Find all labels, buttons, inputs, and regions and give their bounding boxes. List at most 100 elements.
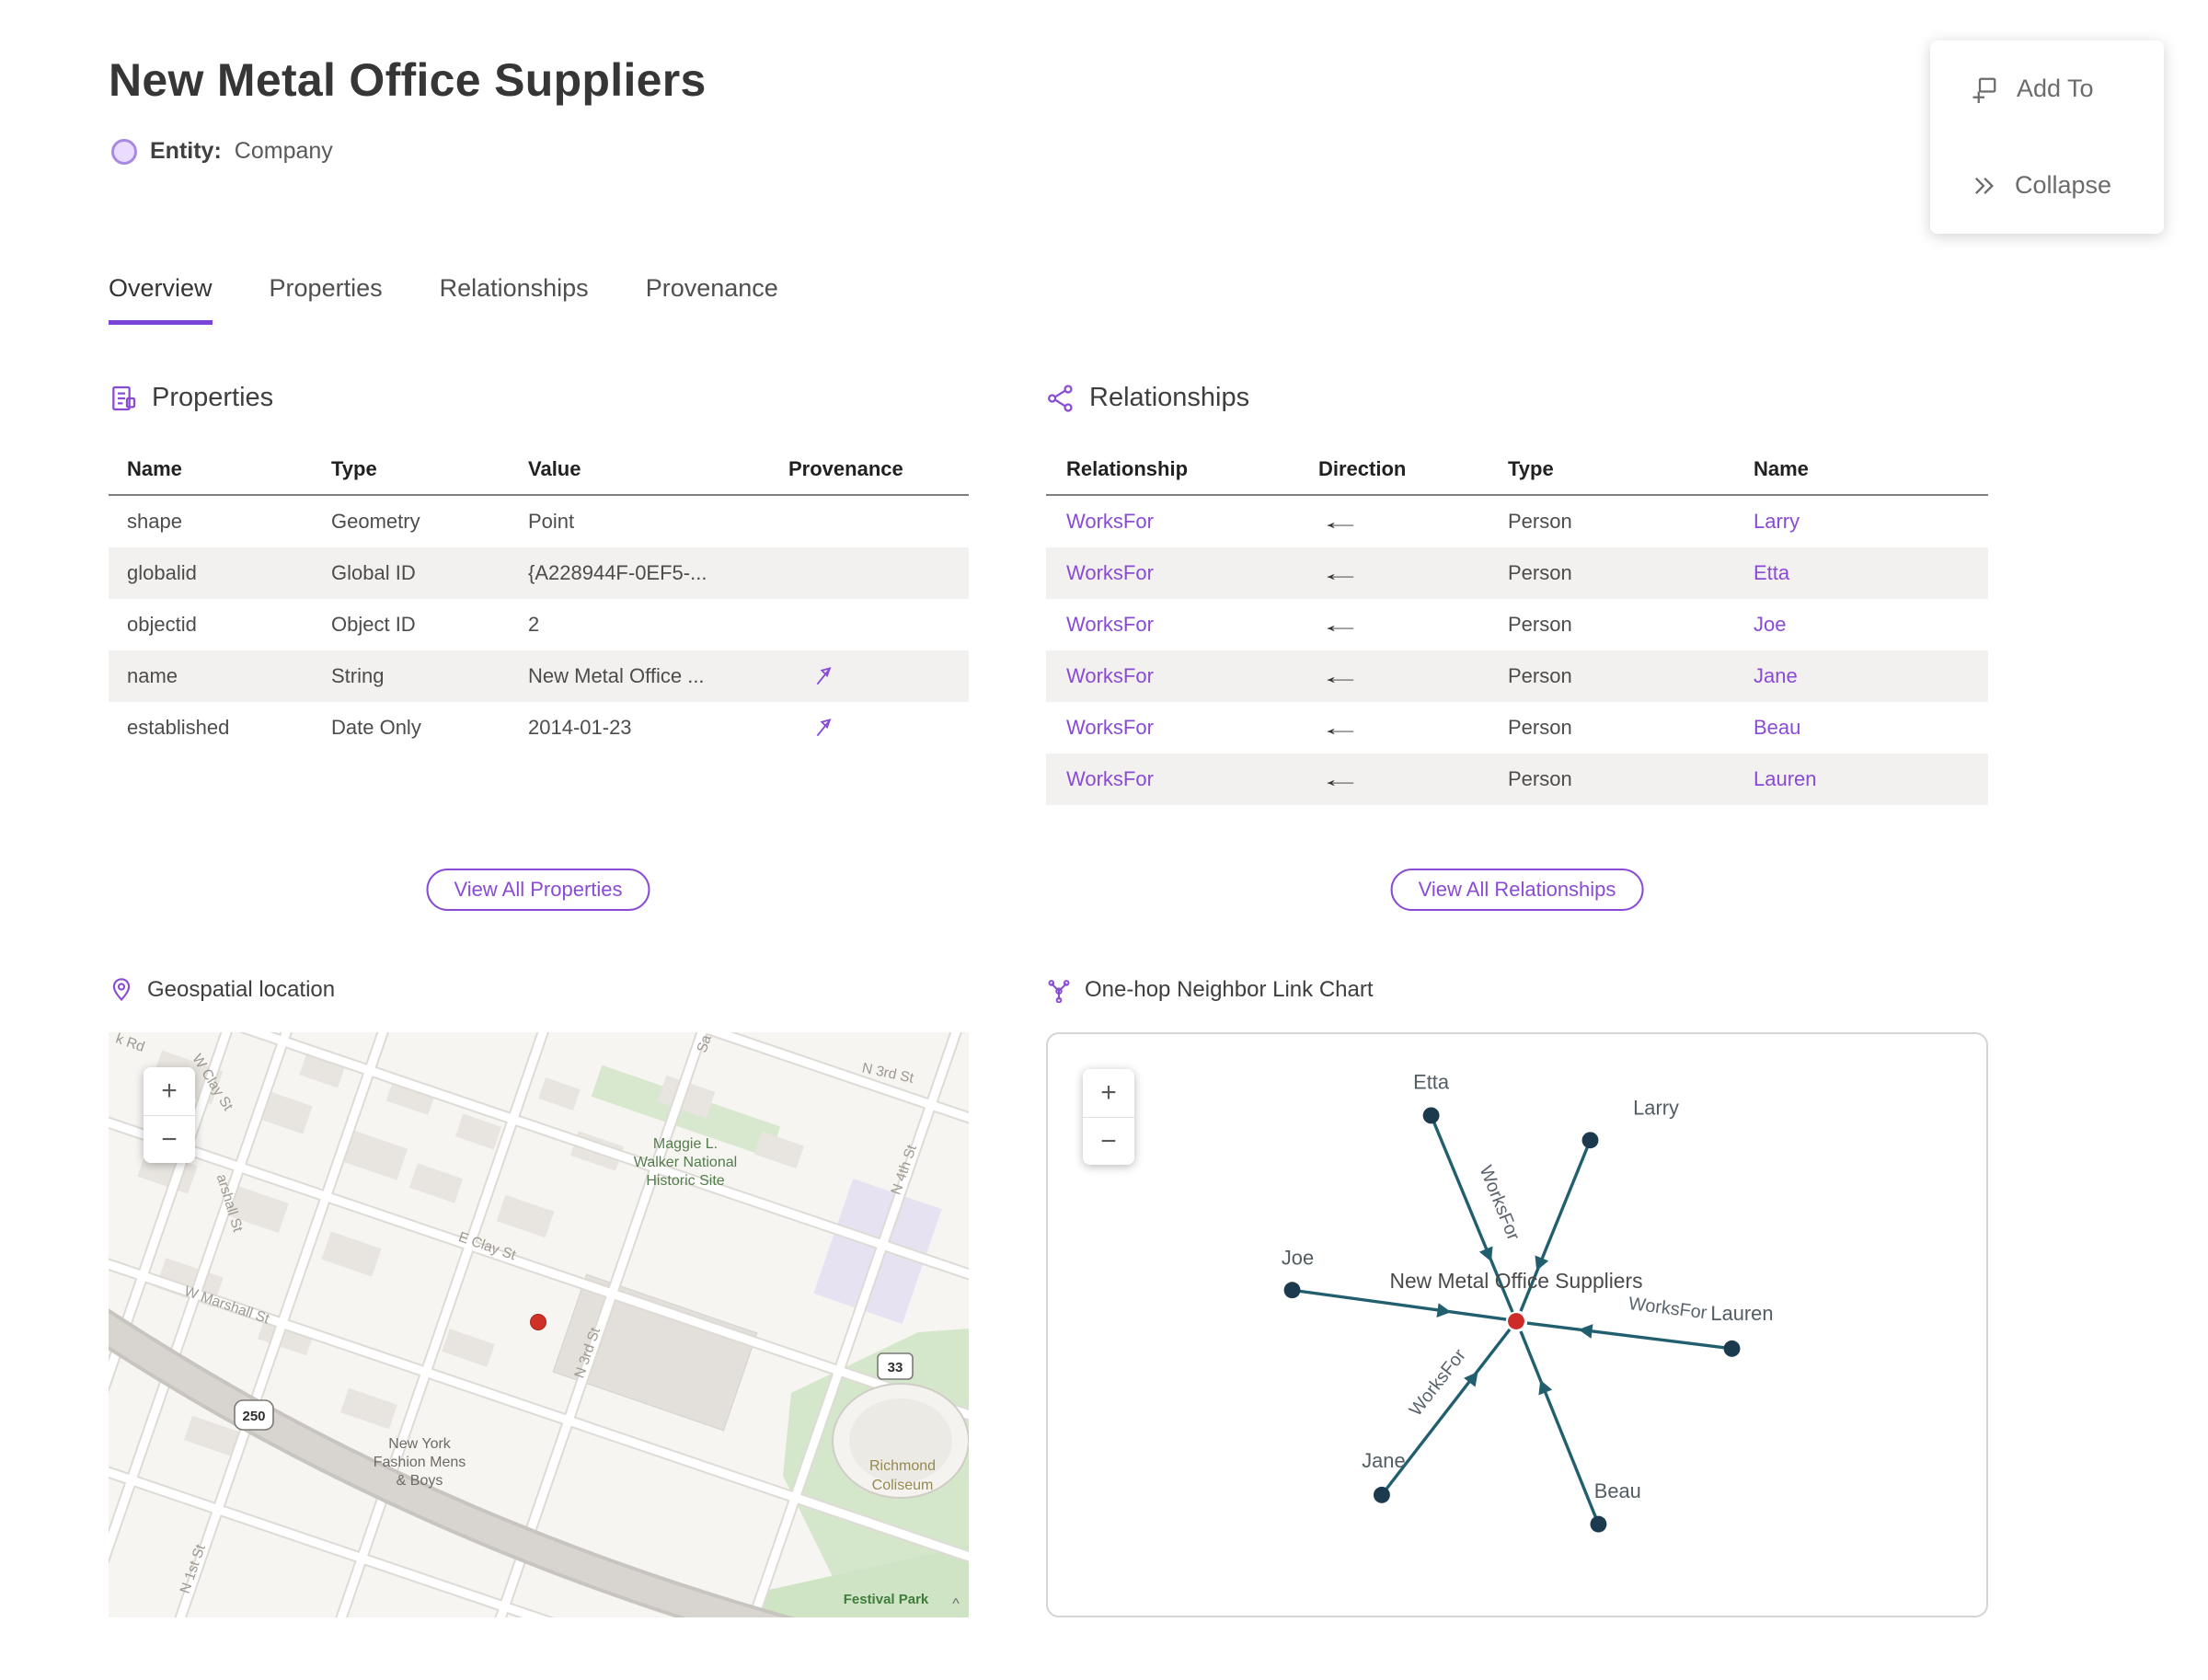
prop-value: 2014-01-23 [528, 716, 632, 739]
svg-text:& Boys: & Boys [397, 1473, 443, 1489]
link-chart-canvas[interactable]: WorksFor WorksFor WorksFor Etta Larry Jo… [1048, 1034, 1986, 1616]
link-chart-section-header: One-hop Neighbor Link Chart [1046, 977, 1374, 1003]
relationship-link[interactable]: WorksFor [1066, 716, 1318, 740]
col-header-name: Name [1754, 456, 1809, 480]
rel-name-link[interactable]: Beau [1754, 716, 1988, 740]
map-canvas[interactable]: 250 33 k Rd W Clay St Sa N 3rd St N 4th … [109, 1032, 969, 1617]
properties-table-header: Name Type Value Provenance [109, 443, 969, 496]
svg-text:Lauren: Lauren [1710, 1302, 1773, 1325]
table-row: WorksFor ← Person Etta [1046, 547, 1988, 599]
prop-type: Geometry [331, 510, 420, 533]
table-row: WorksFor ← Person Jane [1046, 650, 1988, 702]
entity-overview-page: New Metal Office Suppliers Entity: Compa… [0, 0, 2208, 1680]
add-to-button[interactable]: Add To [1930, 40, 2164, 137]
entity-type-row: Entity: Company [111, 138, 333, 165]
rel-name-link[interactable]: Jane [1754, 664, 1988, 688]
direction-arrow: ← [1318, 663, 1363, 688]
relationship-link[interactable]: WorksFor [1066, 664, 1318, 688]
properties-table-body: shape Geometry Point globalid Global ID … [109, 496, 969, 754]
table-row: WorksFor ← Person Joe [1046, 599, 1988, 650]
view-all-relationships-button[interactable]: View All Relationships [1390, 869, 1644, 911]
node-larry[interactable] [1581, 1132, 1599, 1149]
node-etta[interactable] [1422, 1107, 1440, 1124]
properties-section-title: Properties [152, 383, 274, 412]
table-row: name String New Metal Office ... [109, 650, 969, 702]
properties-icon [109, 384, 138, 413]
collapse-button[interactable]: Collapse [1930, 137, 2164, 234]
center-node-label: New Metal Office Suppliers [1389, 1269, 1642, 1293]
svg-text:Walker National: Walker National [634, 1155, 737, 1170]
svg-text:WorksFor: WorksFor [1627, 1294, 1708, 1323]
node-center-entity[interactable] [1508, 1313, 1524, 1329]
table-row: shape Geometry Point [109, 496, 969, 547]
relationship-link[interactable]: WorksFor [1066, 561, 1318, 585]
rel-name-link[interactable]: Larry [1754, 510, 1988, 534]
tab-overview[interactable]: Overview [109, 274, 213, 325]
node-lauren[interactable] [1723, 1340, 1741, 1357]
map-zoom-control: + − [144, 1067, 195, 1163]
svg-text:Jane: Jane [1362, 1449, 1405, 1472]
properties-section-header: Properties [109, 383, 273, 413]
entity-location-marker[interactable] [530, 1314, 546, 1330]
prop-value: {A228944F-0EF5-... [528, 561, 707, 584]
col-header-relationship: Relationship [1066, 456, 1189, 480]
relationships-section-title: Relationships [1089, 383, 1250, 412]
node-joe[interactable] [1283, 1282, 1301, 1299]
tab-provenance[interactable]: Provenance [646, 274, 778, 325]
direction-arrow: ← [1318, 715, 1363, 740]
prop-name: objectid [127, 613, 197, 636]
table-row: WorksFor ← Person Larry [1046, 496, 1988, 547]
geospatial-section-title: Geospatial location [147, 977, 336, 1002]
svg-text:Festival Park: Festival Park [844, 1592, 929, 1607]
prop-provenance-cell [788, 664, 969, 688]
provenance-icon[interactable] [812, 664, 836, 688]
table-row: WorksFor ← Person Lauren [1046, 754, 1988, 805]
link-chart-icon [1046, 977, 1072, 1003]
rel-name-link[interactable]: Joe [1754, 613, 1988, 637]
table-row: objectid Object ID 2 [109, 599, 969, 650]
col-header-type: Type [1508, 456, 1554, 480]
collapse-icon [1971, 173, 1996, 199]
zoom-out-button[interactable]: − [1083, 1117, 1134, 1165]
prop-value: 2 [528, 613, 540, 636]
rel-name-link[interactable]: Lauren [1754, 767, 1988, 791]
svg-text:33: 33 [888, 1360, 903, 1375]
zoom-in-button[interactable]: + [144, 1067, 195, 1115]
svg-text:WorksFor: WorksFor [1475, 1163, 1524, 1244]
svg-text:Fashion Mens: Fashion Mens [374, 1455, 466, 1470]
tab-properties[interactable]: Properties [270, 274, 383, 325]
relationship-link[interactable]: WorksFor [1066, 613, 1318, 637]
relationship-link[interactable]: WorksFor [1066, 510, 1318, 534]
properties-table: Name Type Value Provenance shape Geometr… [109, 443, 969, 754]
map-pin-icon [109, 977, 134, 1003]
rel-name-link[interactable]: Etta [1754, 561, 1988, 585]
relationship-link[interactable]: WorksFor [1066, 767, 1318, 791]
svg-text:Maggie L.: Maggie L. [653, 1136, 718, 1152]
map-attribution-toggle[interactable]: ^ [952, 1596, 960, 1612]
prop-type: Global ID [331, 561, 416, 584]
svg-text:250: 250 [242, 1409, 265, 1424]
view-all-properties-button[interactable]: View All Properties [426, 869, 650, 911]
prop-type: Date Only [331, 716, 421, 739]
prop-type: String [331, 664, 385, 687]
svg-text:Joe: Joe [1282, 1246, 1314, 1269]
svg-text:New York: New York [388, 1436, 452, 1452]
node-jane[interactable] [1373, 1486, 1390, 1503]
route-shield-250: 250 [234, 1399, 274, 1431]
tab-relationships[interactable]: Relationships [440, 274, 589, 325]
zoom-in-button[interactable]: + [1083, 1069, 1134, 1117]
prop-name: name [127, 664, 178, 687]
zoom-out-button[interactable]: − [144, 1115, 195, 1163]
table-row: globalid Global ID {A228944F-0EF5-... [109, 547, 969, 599]
col-header-provenance: Provenance [788, 456, 903, 480]
geospatial-section-header: Geospatial location [109, 977, 335, 1003]
node-beau[interactable] [1590, 1515, 1607, 1533]
svg-text:Etta: Etta [1413, 1071, 1450, 1094]
page-title: New Metal Office Suppliers [109, 54, 707, 106]
svg-text:Larry: Larry [1633, 1096, 1679, 1119]
entity-label: Entity: [150, 138, 222, 164]
link-chart-section-title: One-hop Neighbor Link Chart [1085, 977, 1374, 1002]
provenance-icon[interactable] [812, 716, 836, 740]
entity-type-value: Company [234, 138, 333, 164]
direction-arrow: ← [1318, 612, 1363, 637]
